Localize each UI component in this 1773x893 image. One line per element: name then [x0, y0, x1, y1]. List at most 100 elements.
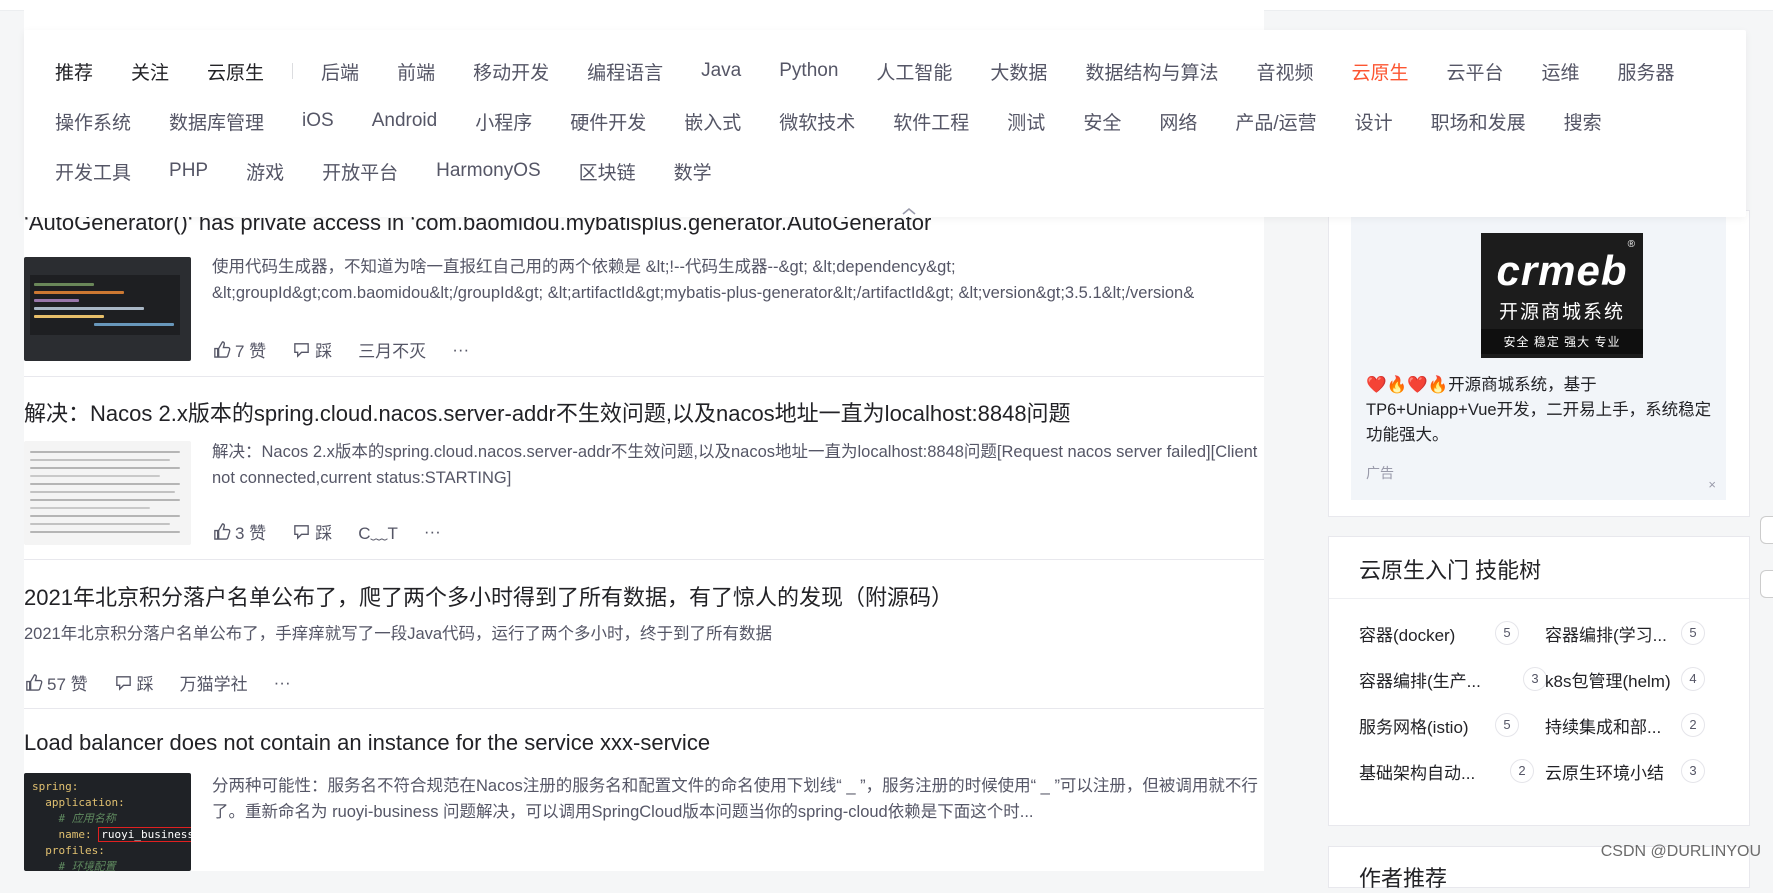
more-icon[interactable]: ··· [424, 522, 441, 542]
side-toolbar-button[interactable] [1760, 516, 1773, 544]
skill-name: 云原生环境小结 [1545, 763, 1664, 783]
skill-item[interactable]: 持续集成和部... 2 [1545, 713, 1705, 737]
category-item[interactable]: 设计 [1355, 108, 1393, 135]
article-title[interactable]: Load balancer does not contain an instan… [24, 730, 710, 756]
skill-tree-title[interactable]: 云原生入门 技能树 [1359, 553, 1541, 585]
author-name[interactable]: 万猫学社 [180, 670, 248, 695]
category-item[interactable]: 网络 [1159, 108, 1197, 135]
ad-banner[interactable]: ® crmeb 开源商城系统 安全 稳定 强大 专业 ❤️🔥❤️🔥开源商城系统，… [1351, 215, 1726, 500]
skill-item[interactable]: 服务网格(istio) 5 [1359, 713, 1519, 737]
article-title[interactable]: 2021年北京积分落户名单公布了，爬了两个多小时得到了所有数据，有了惊人的发现（… [24, 580, 953, 612]
category-item[interactable]: 产品/运营 [1235, 108, 1316, 135]
author-name[interactable]: C﹏T [358, 519, 398, 544]
category-item[interactable]: 小程序 [475, 108, 532, 135]
article-title[interactable]: 解决：Nacos 2.x版本的spring.cloud.nacos.server… [24, 396, 1071, 428]
category-item[interactable]: iOS [302, 110, 334, 132]
chevron-up-icon[interactable] [900, 206, 918, 216]
skill-item[interactable]: 云原生环境小结 3 [1545, 759, 1705, 783]
dislike-button[interactable]: 踩 [315, 337, 332, 362]
category-item[interactable]: Java [701, 60, 741, 82]
thumbs-up-icon[interactable] [24, 673, 43, 692]
tab-follow[interactable]: 关注 [131, 58, 169, 85]
like-count[interactable]: 7 赞 [235, 337, 266, 362]
article-thumbnail[interactable] [24, 257, 191, 361]
skill-name: k8s包管理(helm) [1545, 671, 1671, 691]
like-count[interactable]: 57 赞 [47, 670, 88, 695]
category-item[interactable]: 安全 [1083, 108, 1121, 135]
category-item[interactable]: 游戏 [246, 158, 284, 185]
category-item[interactable]: Android [372, 110, 438, 132]
category-item[interactable]: 嵌入式 [684, 108, 741, 135]
category-item[interactable]: 人工智能 [876, 58, 952, 85]
category-item[interactable]: 云平台 [1446, 58, 1503, 85]
skill-item[interactable]: 容器编排(学习... 5 [1545, 621, 1705, 645]
watermark: CSDN @DURLINYOU [1600, 843, 1761, 860]
article-meta: 7 赞 踩 三月不灭 ··· [212, 337, 469, 362]
skill-item[interactable]: 基础架构自动... 2 [1359, 759, 1534, 783]
category-item[interactable]: 硬件开发 [570, 108, 646, 135]
category-item[interactable]: 职场和发展 [1431, 108, 1526, 135]
category-item[interactable]: 开发工具 [55, 158, 131, 185]
thumbs-up-icon[interactable] [212, 340, 231, 359]
skill-count: 3 [1681, 759, 1705, 783]
comment-dislike-icon[interactable] [114, 673, 133, 692]
category-item[interactable]: 开放平台 [322, 158, 398, 185]
skill-item[interactable]: k8s包管理(helm) 4 [1545, 667, 1705, 691]
category-item[interactable]: 运维 [1542, 58, 1580, 85]
skill-count: 5 [1681, 621, 1705, 645]
category-item[interactable]: 数学 [674, 158, 712, 185]
skill-count: 5 [1495, 713, 1519, 737]
dislike-button[interactable]: 踩 [315, 519, 332, 544]
divider [24, 376, 1264, 377]
author-name[interactable]: 三月不灭 [358, 337, 426, 362]
more-icon[interactable]: ··· [452, 340, 469, 360]
category-item[interactable]: Python [779, 60, 838, 82]
tab-cloud-native[interactable]: 云原生 [207, 58, 264, 85]
ad-logo[interactable]: ® crmeb 开源商城系统 安全 稳定 强大 专业 [1481, 233, 1643, 358]
category-item[interactable]: 区块链 [579, 158, 636, 185]
category-item[interactable]: 大数据 [990, 58, 1047, 85]
ad-card[interactable]: ® crmeb 开源商城系统 安全 稳定 强大 专业 ❤️🔥❤️🔥开源商城系统，… [1328, 210, 1750, 517]
category-item[interactable]: 数据库管理 [169, 108, 264, 135]
skill-name: 持续集成和部... [1545, 717, 1662, 737]
skill-name: 容器编排(学习... [1545, 625, 1667, 645]
side-toolbar [1760, 516, 1773, 624]
category-item[interactable]: 微软技术 [779, 108, 855, 135]
category-item[interactable]: HarmonyOS [436, 160, 541, 182]
category-item[interactable]: 搜索 [1564, 108, 1602, 135]
close-icon[interactable]: × [1708, 477, 1716, 492]
category-item[interactable]: 编程语言 [587, 58, 663, 85]
ad-label: 广告 [1366, 465, 1394, 481]
ad-text[interactable]: ❤️🔥❤️🔥开源商城系统，基于TP6+Uniapp+Vue开发，二开易上手，系统… [1366, 373, 1721, 448]
category-item[interactable]: PHP [169, 160, 208, 182]
dislike-button[interactable]: 踩 [137, 670, 154, 695]
article-excerpt: 解决：Nacos 2.x版本的spring.cloud.nacos.server… [212, 443, 1258, 487]
skill-item[interactable]: 容器编排(生产... 3 [1359, 667, 1547, 691]
article-thumbnail[interactable]: spring: application: # 应用名称 name: ruoyi_… [24, 773, 191, 871]
category-item[interactable]: 移动开发 [473, 58, 549, 85]
comment-dislike-icon[interactable] [292, 522, 311, 541]
divider [292, 63, 294, 79]
article-thumbnail[interactable] [24, 441, 191, 545]
skill-item[interactable]: 容器(docker) 5 [1359, 621, 1519, 645]
article-excerpt: 分两种可能性：服务名不符合规范在Nacos注册的服务名和配置文件的命名使用下划线… [212, 777, 1258, 821]
divider [24, 559, 1264, 560]
category-item[interactable]: 数据结构与算法 [1085, 58, 1218, 85]
category-item[interactable]: 操作系统 [55, 108, 131, 135]
category-item[interactable]: 音视频 [1256, 58, 1313, 85]
thumbs-up-icon[interactable] [212, 522, 231, 541]
tab-recommend[interactable]: 推荐 [55, 58, 93, 85]
more-icon[interactable]: ··· [274, 673, 291, 693]
category-item[interactable]: 软件工程 [893, 108, 969, 135]
comment-dislike-icon[interactable] [292, 340, 311, 359]
category-item[interactable]: 服务器 [1618, 58, 1675, 85]
category-item[interactable]: 前端 [397, 58, 435, 85]
thumb-code: spring: application: # 应用名称 name: ruoyi_… [32, 779, 191, 871]
category-item-active[interactable]: 云原生 [1351, 58, 1408, 85]
divider [1329, 598, 1749, 599]
side-toolbar-button[interactable] [1760, 570, 1773, 598]
like-count[interactable]: 3 赞 [235, 519, 266, 544]
category-item[interactable]: 后端 [321, 58, 359, 85]
article-meta: 3 赞 踩 C﹏T ··· [212, 519, 441, 544]
category-item[interactable]: 测试 [1007, 108, 1045, 135]
